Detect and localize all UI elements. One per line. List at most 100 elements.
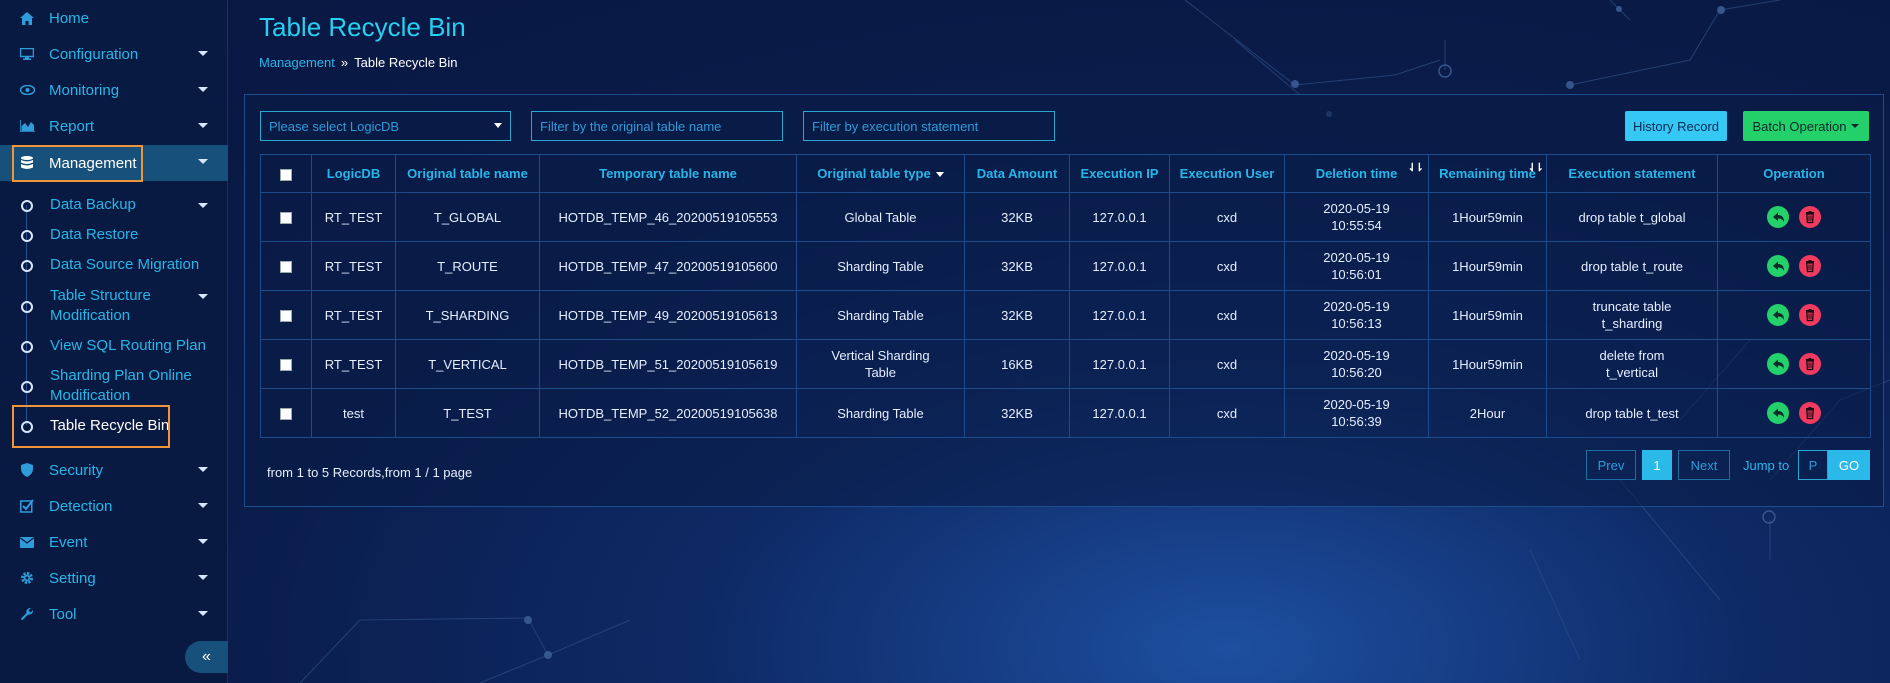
page-title: Table Recycle Bin [259,12,466,42]
execution-user-cell: cxd [1169,290,1285,340]
breadcrumb-link-management[interactable]: Management [259,55,335,70]
execution-statement-cell: drop table t_global [1546,192,1718,242]
restore-button[interactable] [1767,255,1789,277]
sidebar-item-setting[interactable]: Setting [0,561,228,595]
logicdb-select[interactable]: Please select LogicDB [260,111,511,141]
execution-statement-cell: delete from t_vertical [1546,339,1718,389]
table-row: test T_TEST HOTDB_TEMP_52_20200519105638 Sh… [260,388,1871,438]
restore-button[interactable] [1767,206,1789,228]
undo-icon [1773,261,1784,271]
original-table-type-cell: Sharding Table [796,241,965,291]
sidebar-item-report[interactable]: Report [0,109,228,143]
original-table-type-cell: Vertical Sharding Table [796,339,965,389]
column-header-label: Remaining time [1439,166,1536,181]
execution-user-cell: cxd [1169,388,1285,438]
row-checkbox[interactable] [280,212,292,225]
page-number-button[interactable]: 1 [1642,450,1672,480]
cell-text: T_SHARDING [425,307,510,323]
sidebar-item-security[interactable]: Security [0,453,228,487]
chevron-down-icon [198,87,208,92]
monitor-icon [18,45,36,63]
next-page-button[interactable]: Next [1678,450,1730,480]
undo-icon [1773,408,1784,418]
sidebar-subitem-data-restore[interactable]: Data Restore [0,225,228,245]
bullet-icon [21,230,33,242]
cell-text: 127.0.0.1 [1092,307,1147,323]
chevron-down-icon [198,503,208,508]
logicdb-cell: RT_TEST [311,290,396,340]
sidebar-item-home[interactable]: Home [0,1,228,35]
sidebar-item-detection[interactable]: Detection [0,489,228,523]
remaining-time-cell: 1Hour59min [1428,241,1547,291]
restore-button[interactable] [1767,353,1789,375]
sidebar-item-label: Management [49,154,137,172]
sidebar-item-event[interactable]: Event [0,525,228,559]
bullet-icon [21,301,33,313]
delete-button[interactable] [1799,206,1821,228]
delete-button[interactable] [1799,304,1821,326]
collapse-sidebar-button[interactable]: « [185,641,228,673]
column-header-original-table-type[interactable]: Original table type [796,154,965,193]
checkbox-icon [18,497,36,515]
sidebar-subitem-table-structure-modification[interactable]: Table Structure Modification [0,286,228,326]
history-record-button[interactable]: History Record [1625,111,1727,141]
column-header-execution-statement: Execution statement [1546,154,1718,193]
execution-ip-cell: 127.0.0.1 [1069,388,1170,438]
logicdb-cell: RT_TEST [311,339,396,389]
column-header-deletion-time[interactable]: Deletion time ⇃⇂ [1284,154,1429,193]
sidebar-item-label: Event [49,533,88,551]
restore-button[interactable] [1767,402,1789,424]
sidebar-subitem-data-backup[interactable]: Data Backup [0,195,228,215]
row-select-cell [260,388,312,438]
data-amount-cell: 32KB [964,290,1070,340]
restore-button[interactable] [1767,304,1789,326]
logicdb-select-placeholder: Please select LogicDB [269,118,400,134]
sidebar-item-label: Setting [49,569,96,587]
execution-statement-filter-input[interactable] [803,111,1055,141]
row-checkbox[interactable] [280,408,292,421]
batch-operation-button[interactable]: Batch Operation [1743,111,1869,141]
trash-icon [1806,358,1814,371]
delete-button[interactable] [1799,255,1821,277]
sidebar-item-label: Report [49,117,95,135]
gear-icon [18,569,36,587]
go-button[interactable]: GO [1828,450,1870,480]
column-header-remaining-time[interactable]: Remaining time ⇃⇂ [1428,154,1547,193]
sidebar-subitem-view-sql-routing-plan[interactable]: View SQL Routing Plan [0,336,228,356]
prev-page-button[interactable]: Prev [1586,450,1636,480]
cell-text: drop table t_route [1581,258,1683,274]
breadcrumb: Management » Table Recycle Bin [259,55,457,70]
sidebar-subitem-table-recycle-bin[interactable]: Table Recycle Bin [0,416,228,436]
sidebar-item-configuration[interactable]: Configuration [0,37,228,71]
cell-text: HOTDB_TEMP_51_20200519105619 [558,356,778,372]
execution-statement-cell: drop table t_route [1546,241,1718,291]
undo-icon [1773,212,1784,222]
table-row: RT_TEST T_GLOBAL HOTDB_TEMP_46_20200519105… [260,192,1871,242]
sidebar-item-monitoring[interactable]: Monitoring [0,73,228,107]
row-select-cell [260,339,312,389]
sort-icon[interactable]: ⇃⇂ [1408,161,1425,174]
cell-text: 127.0.0.1 [1092,356,1147,372]
execution-user-cell: cxd [1169,192,1285,242]
cell-text: cxd [1216,307,1238,323]
row-checkbox[interactable] [280,261,292,274]
cell-text: 1Hour59min [1452,258,1523,274]
sidebar-subitem-sharding-plan-online-modification[interactable]: Sharding Plan Online Modification [0,366,228,406]
sidebar-subitem-data-source-migration[interactable]: Data Source Migration [0,255,228,275]
row-checkbox[interactable] [280,310,292,323]
row-checkbox[interactable] [280,359,292,372]
sort-icon[interactable]: ⇃⇂ [1528,161,1545,174]
sidebar-item-tool[interactable]: Tool [0,597,228,631]
select-all-checkbox[interactable] [280,168,292,181]
chevron-down-icon [1851,124,1860,128]
sidebar-subitem-label: Sharding Plan Online Modification [50,367,192,404]
original-table-name-filter-input[interactable] [531,111,783,141]
jump-page-input[interactable] [1798,450,1828,480]
row-select-cell [260,241,312,291]
delete-button[interactable] [1799,353,1821,375]
delete-button[interactable] [1799,402,1821,424]
sidebar-item-management[interactable]: Management [0,145,228,181]
shield-icon [18,461,36,479]
sidebar-item-label: Tool [49,605,77,623]
cell-text: 2Hour [1469,405,1506,421]
